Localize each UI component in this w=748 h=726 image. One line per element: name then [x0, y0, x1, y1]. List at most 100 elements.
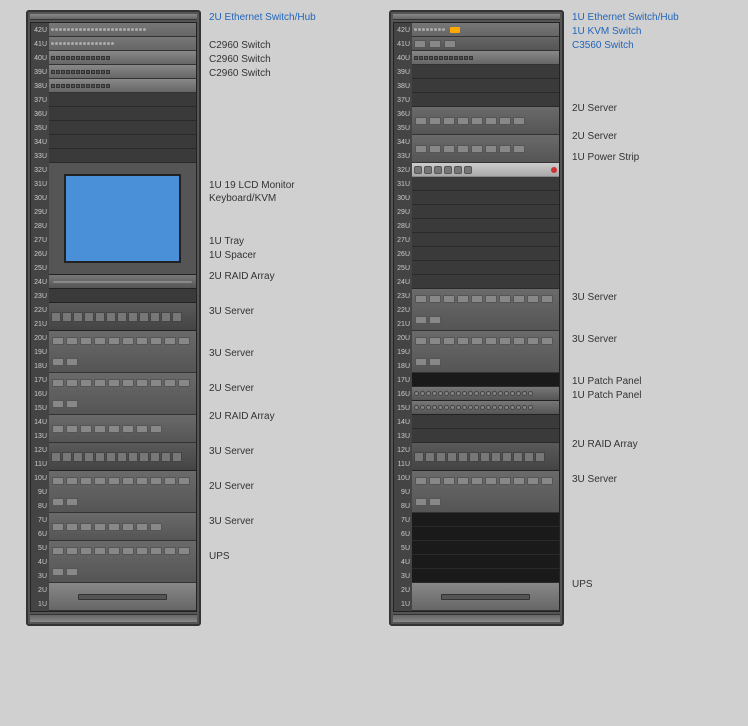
- label-text: C2960 Switch: [209, 39, 271, 52]
- left-label-40u: C2960 Switch: [209, 38, 359, 52]
- c3560-right: [412, 51, 559, 65]
- label-39u-left: 39U: [31, 69, 49, 76]
- tray: [49, 275, 196, 289]
- right-u40: 40U: [394, 51, 559, 65]
- right-label-15u: 1U Patch Panel: [572, 388, 722, 402]
- spacer: [49, 289, 196, 303]
- right-label-12u: 2U RAID Array: [572, 430, 722, 458]
- right-u30: 30U: [394, 191, 559, 205]
- label-text: C2960 Switch: [209, 67, 271, 80]
- left-u35: 35U: [31, 121, 196, 135]
- label-text: 2U RAID Array: [209, 270, 275, 283]
- label-38u-left: 38U: [31, 83, 49, 90]
- label-text: 3U Server: [209, 347, 254, 360]
- right-u31: 31U: [394, 177, 559, 191]
- left-label-12u: 2U RAID Array: [209, 402, 359, 430]
- label-text: 3U Server: [572, 291, 617, 304]
- left-label-24u: 1U Tray: [209, 234, 359, 248]
- right-u27: 27U: [394, 233, 559, 247]
- left-label-41u-space: [209, 24, 359, 38]
- right-u16: 16U: [394, 387, 559, 401]
- right-label-42u: 1U Ethernet Switch/Hub: [572, 10, 722, 24]
- server-right-4: [412, 331, 559, 373]
- right-label-37-39-space: [572, 52, 722, 94]
- right-server-1-block: 36U 35U: [394, 107, 559, 135]
- label-text: 3U Server: [572, 473, 617, 486]
- right-u28: 28U: [394, 219, 559, 233]
- right-u6: 6U: [394, 527, 559, 541]
- server-right-3: [412, 289, 559, 331]
- right-label-34u: 2U Server: [572, 122, 722, 150]
- right-u25: 25U: [394, 261, 559, 275]
- right-u15: 15U: [394, 401, 559, 415]
- label-text: 1U Power Strip: [572, 151, 639, 164]
- label-text: 1U KVM Switch: [572, 25, 641, 38]
- label-text: 2U Server: [209, 382, 254, 395]
- right-raid-block: 12U 11U: [394, 443, 559, 471]
- right-17u-empty: [412, 373, 559, 387]
- label-41u-left: 41U: [31, 41, 49, 48]
- left-lcd-block: 32U 31U 30U 29U 28U 27U 26U 25U: [31, 163, 196, 275]
- right-label-24-31-space: [572, 164, 722, 276]
- left-label-22u: 2U RAID Array: [209, 262, 359, 290]
- patch-panel-right-1: [412, 387, 559, 401]
- right-server-3-block: 23U 22U 21U: [394, 289, 559, 331]
- right-u7: 7U: [394, 513, 559, 527]
- left-server-1-block: 20U 19U 18U: [31, 331, 196, 373]
- right-label-20u: 3U Server: [572, 318, 722, 360]
- server-left-2: [49, 373, 196, 415]
- left-rack: 42U 41U: [26, 10, 201, 626]
- left-u38: 38U: [31, 79, 196, 93]
- lcd-screen: [64, 174, 182, 263]
- server-left-6: [49, 541, 196, 583]
- right-rack-inner: 42U 41U: [393, 22, 560, 612]
- right-u41: 41U: [394, 37, 559, 51]
- left-label-42u: 2U Ethernet Switch/Hub: [209, 10, 359, 24]
- left-label-23u: 1U Spacer: [209, 248, 359, 262]
- label-text: 1U Tray: [209, 235, 244, 248]
- left-label-lcd: 1U 19 LCD MonitorKeyboard/KVM: [209, 150, 359, 234]
- right-label-2u: UPS: [572, 570, 722, 598]
- right-server-2-block: 34U 33U: [394, 135, 559, 163]
- right-u13: 13U: [394, 429, 559, 443]
- label-text: C3560 Switch: [572, 39, 634, 52]
- left-rack-section: 42U 41U: [26, 10, 359, 626]
- ports: [51, 28, 146, 31]
- right-u14: 14U: [394, 415, 559, 429]
- label-text: 2U Server: [209, 480, 254, 493]
- right-label-3-7-space: [572, 500, 722, 570]
- label-42u-left: 42U: [31, 27, 49, 34]
- label-text: 1U Patch Panel: [572, 389, 642, 402]
- right-label-36u: 2U Server: [572, 94, 722, 122]
- right-label-17u-space: [572, 360, 722, 374]
- raid-left-2: [49, 443, 196, 471]
- label-text: 3U Server: [209, 305, 254, 318]
- left-label-10u: 3U Server: [209, 430, 359, 472]
- ethernet-switch-left-2: [49, 37, 196, 51]
- left-u37: 37U: [31, 93, 196, 107]
- right-u4: 4U: [394, 555, 559, 569]
- right-u42: 42U: [394, 23, 559, 37]
- server-left-3: [49, 415, 196, 443]
- label-text: 2U RAID Array: [572, 438, 638, 451]
- left-ups-block: 2U 1U: [31, 583, 196, 611]
- left-u42: 42U: [31, 23, 196, 37]
- left-label-panel: 2U Ethernet Switch/Hub C2960 Switch C296…: [209, 10, 359, 570]
- c2960-left-1: [49, 51, 196, 65]
- left-server-4-block: 10U 9U 8U: [31, 471, 196, 513]
- eth-switch-right: [412, 23, 559, 37]
- right-u37: 37U: [394, 93, 559, 107]
- left-raid-2-block: 12U 11U: [31, 443, 196, 471]
- rack-frame-top-right: [393, 14, 560, 20]
- left-u23: 23U: [31, 289, 196, 303]
- left-u41: 41U: [31, 37, 196, 51]
- ethernet-switch-left: [49, 23, 196, 37]
- left-label-37-33-space: [209, 80, 359, 150]
- label-text: 1U Ethernet Switch/Hub: [572, 11, 679, 24]
- rack-frame-bottom-right: [393, 614, 560, 622]
- ups-right: [412, 583, 559, 611]
- right-u26: 26U: [394, 247, 559, 261]
- c2960-left-3: [49, 79, 196, 93]
- label-text: 1U 19 LCD MonitorKeyboard/KVM: [209, 179, 295, 205]
- label-text: 2U RAID Array: [209, 410, 275, 423]
